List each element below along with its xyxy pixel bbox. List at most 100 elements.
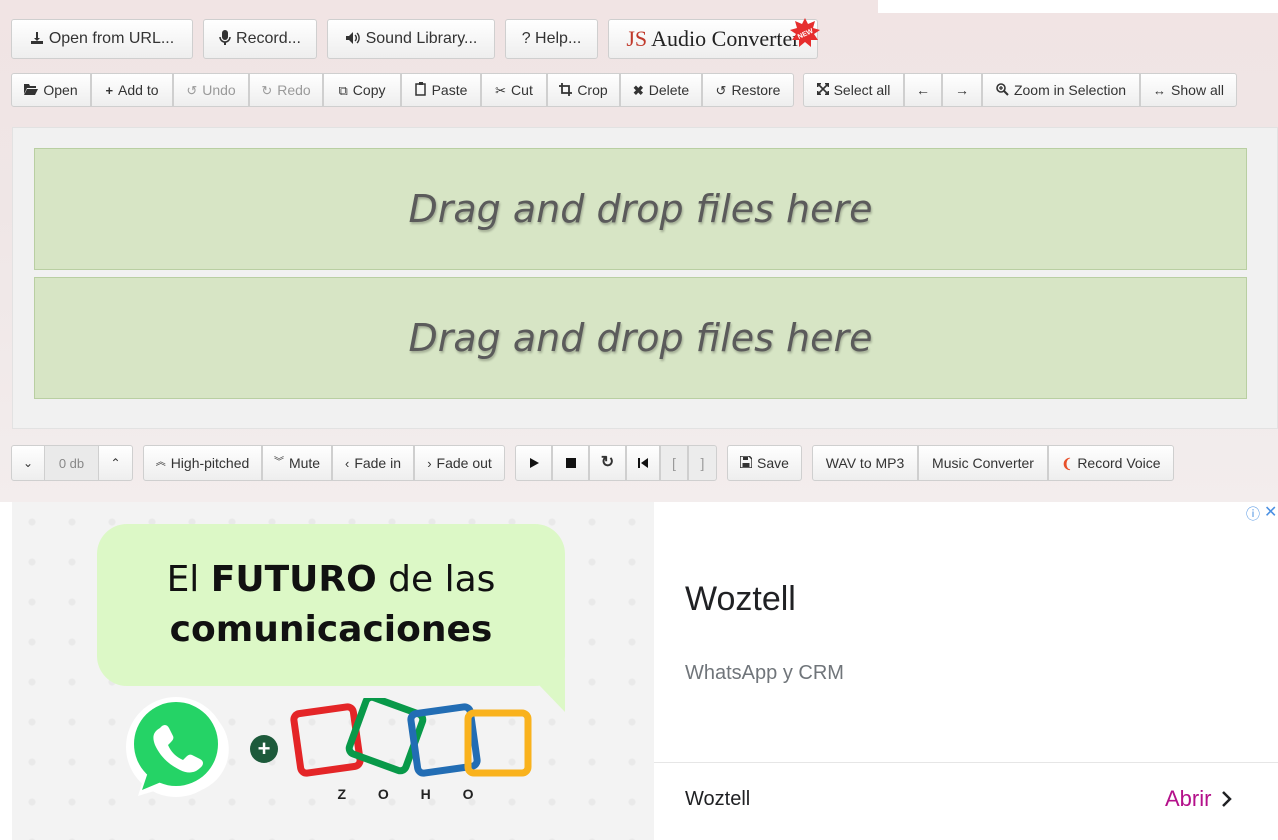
open-button[interactable]: Open	[11, 73, 91, 107]
dropzone-label-2: Drag and drop files here	[408, 316, 873, 360]
mark-end-button[interactable]: ]	[688, 445, 717, 481]
dropzone-channel-1[interactable]: Drag and drop files here	[34, 148, 1247, 270]
fade-in-label: Fade in	[354, 455, 402, 471]
record-voice-label: Record Voice	[1077, 455, 1161, 471]
stop-button[interactable]	[552, 445, 589, 481]
move-left-button[interactable]: ←	[904, 73, 942, 107]
js-audio-converter-logo[interactable]: JS Audio Converter	[608, 19, 818, 59]
mark-start-button[interactable]: [	[660, 445, 688, 481]
chevron-up-icon: ⌃	[110, 456, 121, 470]
volume-down-button[interactable]: ⌄	[11, 445, 45, 481]
high-pitched-label: High-pitched	[170, 455, 250, 471]
move-right-button[interactable]: →	[942, 73, 982, 107]
mute-button[interactable]: ︾ Mute	[262, 445, 332, 481]
zoom-in-selection-button[interactable]: Zoom in Selection	[982, 73, 1140, 107]
whatsapp-logo-icon	[126, 697, 229, 797]
zoom-in-icon	[996, 82, 1009, 98]
volume-db-display: 0 db	[45, 445, 98, 481]
stop-icon	[565, 458, 576, 468]
save-label: Save	[757, 455, 789, 471]
fade-out-button[interactable]: › Fade out	[414, 445, 505, 481]
feather-icon: ❨	[1061, 455, 1073, 471]
ad-headline-post: de las	[376, 559, 496, 600]
show-all-button[interactable]: ↔ Show all	[1140, 73, 1237, 107]
mute-label: Mute	[288, 455, 321, 471]
music-converter-label: Music Converter	[932, 455, 1034, 471]
select-all-button[interactable]: Select all	[803, 73, 904, 107]
music-converter-button[interactable]: Music Converter	[918, 445, 1048, 481]
crop-button[interactable]: Crop	[547, 73, 620, 107]
top-white-strip	[878, 0, 1278, 13]
loop-button[interactable]: ↻	[589, 445, 626, 481]
open-from-url-button[interactable]: Open from URL...	[11, 19, 193, 59]
floppy-disk-icon	[739, 455, 753, 470]
paste-icon	[414, 82, 427, 98]
ad-open-label: Abrir	[1165, 786, 1212, 811]
cut-label: Cut	[511, 82, 533, 98]
dropzone-channel-2[interactable]: Drag and drop files here	[34, 277, 1247, 399]
record-button[interactable]: Record...	[203, 19, 317, 59]
volume-up-button[interactable]: ⌃	[98, 445, 133, 481]
undo-icon: ↺	[186, 82, 198, 98]
delete-button[interactable]: ✖ Delete	[620, 73, 702, 107]
restore-label: Restore	[731, 82, 781, 98]
show-all-label: Show all	[1171, 82, 1224, 98]
add-to-label: Add to	[118, 82, 159, 98]
sound-library-button[interactable]: Sound Library...	[327, 19, 495, 59]
chevron-left-icon: ‹	[344, 455, 350, 471]
ad-divider	[654, 762, 1278, 763]
paste-label: Paste	[431, 82, 468, 98]
select-all-label: Select all	[833, 82, 891, 98]
ad-open-button[interactable]: Abrir	[1165, 786, 1233, 812]
redo-label: Redo	[277, 82, 311, 98]
zoho-wordmark: Z O H O	[337, 786, 488, 802]
ad-headline-bold: FUTURO	[210, 559, 377, 600]
speaker-icon	[345, 31, 361, 47]
redo-button[interactable]: ↻ Redo	[249, 73, 323, 107]
delete-label: Delete	[648, 82, 690, 98]
sound-library-label: Sound Library...	[365, 30, 478, 47]
scissors-icon: ✂	[495, 82, 507, 98]
double-chevron-up-icon: ︽	[155, 457, 166, 468]
redo-icon: ↻	[261, 82, 273, 98]
paste-button[interactable]: Paste	[401, 73, 481, 107]
zoho-logo-icon	[290, 698, 532, 777]
open-label: Open	[43, 82, 78, 98]
ad-headline-pre: El	[166, 559, 211, 600]
skip-to-start-button[interactable]	[626, 445, 660, 481]
wav-to-mp3-button[interactable]: WAV to MP3	[812, 445, 918, 481]
arrow-right-icon: →	[955, 82, 969, 98]
help-button[interactable]: ? Help...	[505, 19, 598, 59]
folder-open-icon	[24, 83, 39, 97]
play-button[interactable]	[515, 445, 552, 481]
add-to-button[interactable]: + Add to	[91, 73, 173, 107]
logo-js-text: JS	[626, 26, 648, 51]
save-button[interactable]: Save	[727, 445, 802, 481]
copy-button[interactable]: ⧉ Copy	[323, 73, 401, 107]
ad-title[interactable]: Woztell	[685, 580, 796, 619]
db-value: 0 db	[58, 455, 85, 471]
skip-back-icon	[638, 458, 648, 468]
dropzone-label-1: Drag and drop files here	[408, 187, 873, 231]
high-pitched-button[interactable]: ︽ High-pitched	[143, 445, 262, 481]
wav-to-mp3-label: WAV to MP3	[825, 455, 905, 471]
copy-label: Copy	[352, 82, 386, 98]
ad-info-icon[interactable]: ⓘ	[1246, 504, 1260, 524]
restore-button[interactable]: ↺ Restore	[702, 73, 794, 107]
ad-footer-advertiser[interactable]: Woztell	[685, 788, 750, 811]
ad-subtitle: WhatsApp y CRM	[685, 662, 844, 684]
ad-plus-symbol: +	[257, 736, 271, 761]
cut-button[interactable]: ✂ Cut	[481, 73, 547, 107]
chevron-down-icon: ⌄	[22, 456, 34, 470]
double-chevron-down-icon: ︾	[273, 457, 284, 468]
undo-button[interactable]: ↺ Undo	[173, 73, 249, 107]
help-label: ? Help...	[521, 30, 582, 47]
ad-close-icon[interactable]: ✕	[1264, 502, 1277, 522]
fade-in-button[interactable]: ‹ Fade in	[332, 445, 414, 481]
new-badge-icon: NEW	[790, 18, 820, 47]
microphone-icon	[219, 30, 231, 48]
record-voice-button[interactable]: ❨ Record Voice	[1048, 445, 1174, 481]
ad-headline: El FUTURO de las comunicaciones	[97, 555, 565, 655]
open-from-url-label: Open from URL...	[48, 30, 175, 47]
chevron-right-icon: ›	[427, 455, 432, 471]
